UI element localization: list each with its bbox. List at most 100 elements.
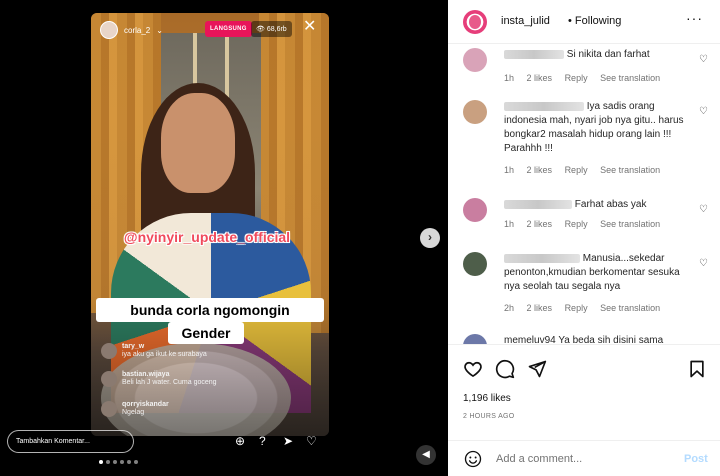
comment: Iya sadis orang indonesia mah, nyari job… — [463, 100, 713, 180]
live-comment-user: qorryiskandar — [122, 401, 169, 408]
comment-likes[interactable]: 2 likes — [527, 219, 553, 229]
comment-age: 1h — [504, 219, 515, 229]
share-icon[interactable] — [527, 359, 547, 379]
live-comment-avatar — [101, 401, 117, 417]
comment-meta: 1h 2 likes Reply See translation — [504, 73, 670, 83]
blurred-username — [504, 253, 580, 263]
live-user[interactable]: corla_2 ⌄ — [100, 21, 163, 39]
comment-avatar[interactable] — [463, 198, 487, 222]
carousel-dot — [127, 460, 131, 464]
comments-list: Si nikita dan farhat 1h 2 likes Reply Se… — [448, 44, 720, 344]
speaker-icon[interactable]: ◀ — [416, 445, 436, 465]
follow-status-label: Following — [574, 15, 622, 27]
close-icon[interactable]: ✕ — [303, 19, 316, 35]
comment-age: 1h — [504, 165, 515, 175]
comment-text: Si nikita dan farhat — [504, 48, 692, 62]
more-options-icon[interactable]: ··· — [686, 10, 703, 26]
live-comment-avatar — [101, 371, 117, 387]
live-comment-text: Beli lah J water. Cuma goceng — [122, 379, 217, 386]
add-icon[interactable]: ⊕ — [235, 433, 245, 449]
post-actions: 1,196 likes 2 HOURS AGO — [448, 344, 720, 434]
account-avatar[interactable] — [463, 10, 487, 34]
heart-icon[interactable]: ♡ — [699, 106, 708, 117]
send-icon[interactable]: ➤ — [283, 433, 293, 449]
see-translation-button[interactable]: See translation — [600, 73, 660, 83]
carousel-dot — [113, 460, 117, 464]
heart-icon[interactable]: ♡ — [306, 433, 317, 449]
comment-age: 1h — [504, 73, 515, 83]
blurred-username — [504, 49, 564, 59]
blurred-username — [504, 199, 572, 209]
add-comment-input[interactable]: Add a comment... — [496, 453, 582, 465]
see-translation-button[interactable]: See translation — [600, 165, 660, 175]
account-username[interactable]: insta_julid — [501, 15, 550, 27]
carousel-dot — [120, 460, 124, 464]
comment-meta: 2h 2 likes Reply See translation — [504, 303, 670, 313]
emoji-icon[interactable] — [464, 450, 482, 468]
see-translation-button[interactable]: See translation — [600, 303, 660, 313]
live-comment-user: bastian.wijaya — [122, 371, 170, 378]
live-comment: tary_w iya aku ga ikut ke surabaya — [101, 343, 207, 359]
caption-line-1: bunda corla ngomongin — [96, 298, 324, 322]
comment-text: memeluv94 Ya beda sih disini sama — [504, 335, 664, 344]
watermark: @nyinyir_update_official — [123, 229, 291, 245]
comment-likes[interactable]: 2 likes — [527, 303, 553, 313]
likes-count[interactable]: 1,196 likes — [463, 393, 511, 404]
live-comment-text: Ngelag — [122, 409, 145, 416]
carousel-dot — [106, 460, 110, 464]
chevron-right-icon[interactable]: › — [420, 228, 440, 248]
comment-age: 2h — [504, 303, 515, 313]
live-avatar — [100, 21, 118, 39]
reply-button[interactable]: Reply — [565, 165, 588, 175]
live-comment: bastian.wijaya Beli lah J water. Cuma go… — [101, 371, 217, 387]
comment-avatar[interactable] — [463, 48, 487, 72]
comment: memeluv94 Ya beda sih disini sama — [463, 334, 713, 344]
comment-likes[interactable]: 2 likes — [527, 73, 553, 83]
question-icon[interactable]: ? — [259, 433, 266, 449]
comment-user[interactable]: memeluv94 — [504, 335, 556, 344]
blurred-username — [504, 101, 584, 111]
carousel-dots — [99, 460, 138, 464]
heart-icon[interactable]: ♡ — [699, 258, 708, 269]
comment-avatar[interactable] — [463, 100, 487, 124]
caption-line-2: Gender — [168, 322, 244, 344]
media-viewer: corla_2 ⌄ LANGSUNG 👁 68,6rb ✕ @nyinyir_u… — [0, 0, 448, 476]
person-face — [161, 93, 235, 193]
comment-avatar[interactable] — [463, 252, 487, 276]
reply-button[interactable]: Reply — [565, 303, 588, 313]
carousel-dot — [99, 460, 103, 464]
heart-icon[interactable]: ♡ — [699, 204, 708, 215]
heart-icon[interactable] — [463, 359, 483, 379]
post-time: 2 HOURS AGO — [463, 413, 515, 420]
chevron-down-icon: ⌄ — [156, 25, 163, 35]
comment: Si nikita dan farhat 1h 2 likes Reply Se… — [463, 48, 713, 84]
live-comment: qorryiskandar Ngelag — [101, 401, 169, 417]
live-comment-user: tary_w — [122, 343, 145, 350]
eye-icon: 👁 — [256, 26, 265, 33]
live-username: corla_2 — [124, 25, 151, 35]
comment-avatar[interactable] — [463, 334, 487, 344]
reply-button[interactable]: Reply — [565, 219, 588, 229]
comment: Manusia...sekedar penonton,kmudian berko… — [463, 252, 713, 318]
comment: Farhat abas yak 1h 2 likes Reply See tra… — [463, 198, 713, 234]
comment-likes[interactable]: 2 likes — [527, 165, 553, 175]
follow-status[interactable]: • Following — [568, 15, 621, 27]
comment-icon[interactable] — [495, 359, 515, 379]
live-comment-input[interactable]: Tambahkan Komentar... — [7, 430, 134, 453]
bookmark-icon[interactable] — [687, 359, 707, 379]
viewer-count-label: 68,6rb — [266, 26, 287, 33]
reply-button[interactable]: Reply — [565, 73, 588, 83]
see-translation-button[interactable]: See translation — [600, 219, 660, 229]
comment-text: Farhat abas yak — [504, 198, 692, 212]
viewer-count: 👁 68,6rb — [251, 21, 292, 37]
live-comment-text: iya aku ga ikut ke surabaya — [122, 351, 207, 358]
post-button[interactable]: Post — [684, 453, 708, 465]
post-header: insta_julid • Following ··· — [448, 0, 720, 44]
comment-text: Iya sadis orang indonesia mah, nyari job… — [504, 101, 684, 154]
add-comment-bar: Add a comment... Post — [448, 440, 720, 476]
live-badge: LANGSUNG — [205, 21, 252, 37]
comment-meta: 1h 2 likes Reply See translation — [504, 165, 670, 175]
live-video[interactable]: corla_2 ⌄ LANGSUNG 👁 68,6rb ✕ @nyinyir_u… — [91, 13, 329, 436]
comment-meta: 1h 2 likes Reply See translation — [504, 219, 670, 229]
heart-icon[interactable]: ♡ — [699, 54, 708, 65]
